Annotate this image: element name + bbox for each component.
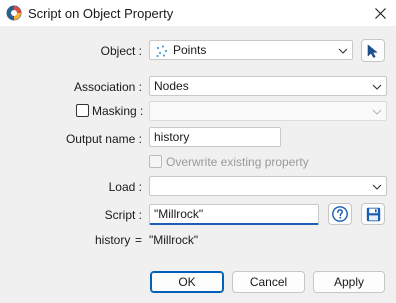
output-name-value: history — [154, 130, 190, 144]
close-button[interactable] — [370, 3, 390, 23]
masking-select[interactable] — [149, 101, 387, 121]
object-value: Points — [173, 43, 207, 57]
pick-object-button[interactable] — [361, 39, 385, 62]
output-name-input[interactable]: history — [149, 127, 281, 147]
dialog-title: Script on Object Property — [28, 6, 174, 21]
overwrite-checkbox[interactable] — [149, 155, 162, 168]
chevron-down-icon — [338, 48, 348, 54]
output-name-label: Output name : — [65, 132, 142, 146]
cancel-button[interactable]: Cancel — [232, 271, 305, 293]
object-label: Object : — [100, 44, 142, 58]
close-icon — [374, 7, 386, 19]
script-on-object-property-dialog: Script on Object Property Object : Point… — [0, 0, 396, 303]
object-select[interactable]: Points — [149, 40, 353, 60]
overwrite-label: Overwrite existing property — [166, 155, 309, 169]
save-script-button[interactable] — [361, 203, 385, 225]
association-value: Nodes — [154, 79, 189, 93]
app-logo-icon — [6, 5, 22, 21]
script-input[interactable]: "Millrock" — [149, 204, 319, 225]
load-label: Load : — [108, 180, 142, 194]
association-label: Association : — [73, 80, 142, 94]
load-select[interactable] — [149, 176, 387, 196]
cursor-icon — [367, 44, 378, 58]
chevron-down-icon — [372, 184, 382, 190]
title-bar: Script on Object Property — [0, 0, 396, 26]
help-button[interactable] — [328, 203, 352, 225]
points-icon — [156, 45, 168, 58]
script-label: Script : — [104, 208, 142, 222]
save-icon — [366, 207, 380, 221]
chevron-down-icon — [372, 84, 382, 90]
masking-checkbox[interactable] — [76, 104, 89, 117]
preview-value: "Millrock" — [149, 233, 199, 247]
masking-label: Masking : — [92, 104, 144, 118]
script-value: "Millrock" — [154, 207, 204, 221]
preview-equals: = — [135, 233, 143, 247]
preview-name: history — [95, 233, 131, 247]
apply-button[interactable]: Apply — [313, 271, 385, 293]
help-icon — [332, 206, 348, 222]
ok-button[interactable]: OK — [150, 271, 224, 293]
chevron-down-icon — [372, 109, 382, 115]
association-select[interactable]: Nodes — [149, 76, 387, 96]
